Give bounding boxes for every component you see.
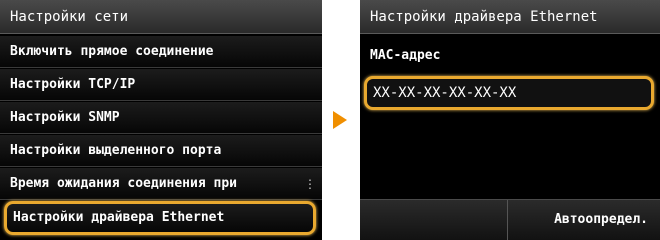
menu-item-dedicated-port[interactable]: Настройки выделенного порта	[0, 135, 322, 167]
menu-item-label: Настройки TCP/IP	[10, 77, 136, 92]
bottom-button-bar: Автоопредел.	[360, 199, 660, 240]
menu-item-label: Настройки SNMP	[10, 110, 120, 125]
screen-title: Настройки сети	[0, 0, 322, 34]
mac-address-label: MAC-адрес	[370, 48, 441, 63]
menu-item-label: Настройки выделенного порта	[10, 143, 222, 158]
menu-item-ethernet-driver[interactable]: Настройки драйвера Ethernet	[4, 201, 316, 235]
screen-title: Настройки драйвера Ethernet	[360, 0, 660, 34]
ethernet-driver-settings-screen: Настройки драйвера Ethernet MAC-адрес XX…	[360, 0, 660, 240]
menu-item-direct-connection[interactable]: Включить прямое соединение	[0, 36, 322, 68]
network-settings-screen: Настройки сети Включить прямое соединени…	[0, 0, 322, 240]
menu-item-label: Включить прямое соединение	[10, 44, 214, 59]
auto-detect-button[interactable]: Автоопредел.	[508, 200, 660, 240]
right-arrow-icon	[333, 111, 347, 129]
menu-item-label: Настройки драйвера Ethernet	[13, 210, 225, 225]
mac-address-value[interactable]: XX-XX-XX-XX-XX-XX	[364, 76, 654, 110]
scroll-indicator-icon: ⋮	[304, 177, 316, 191]
menu-item-connection-timeout[interactable]: Время ожидания соединения при ⋮	[0, 168, 322, 200]
menu-item-tcpip[interactable]: Настройки TCP/IP	[0, 69, 322, 101]
menu-item-snmp[interactable]: Настройки SNMP	[0, 102, 322, 134]
menu-item-label: Время ожидания соединения при	[10, 176, 237, 191]
